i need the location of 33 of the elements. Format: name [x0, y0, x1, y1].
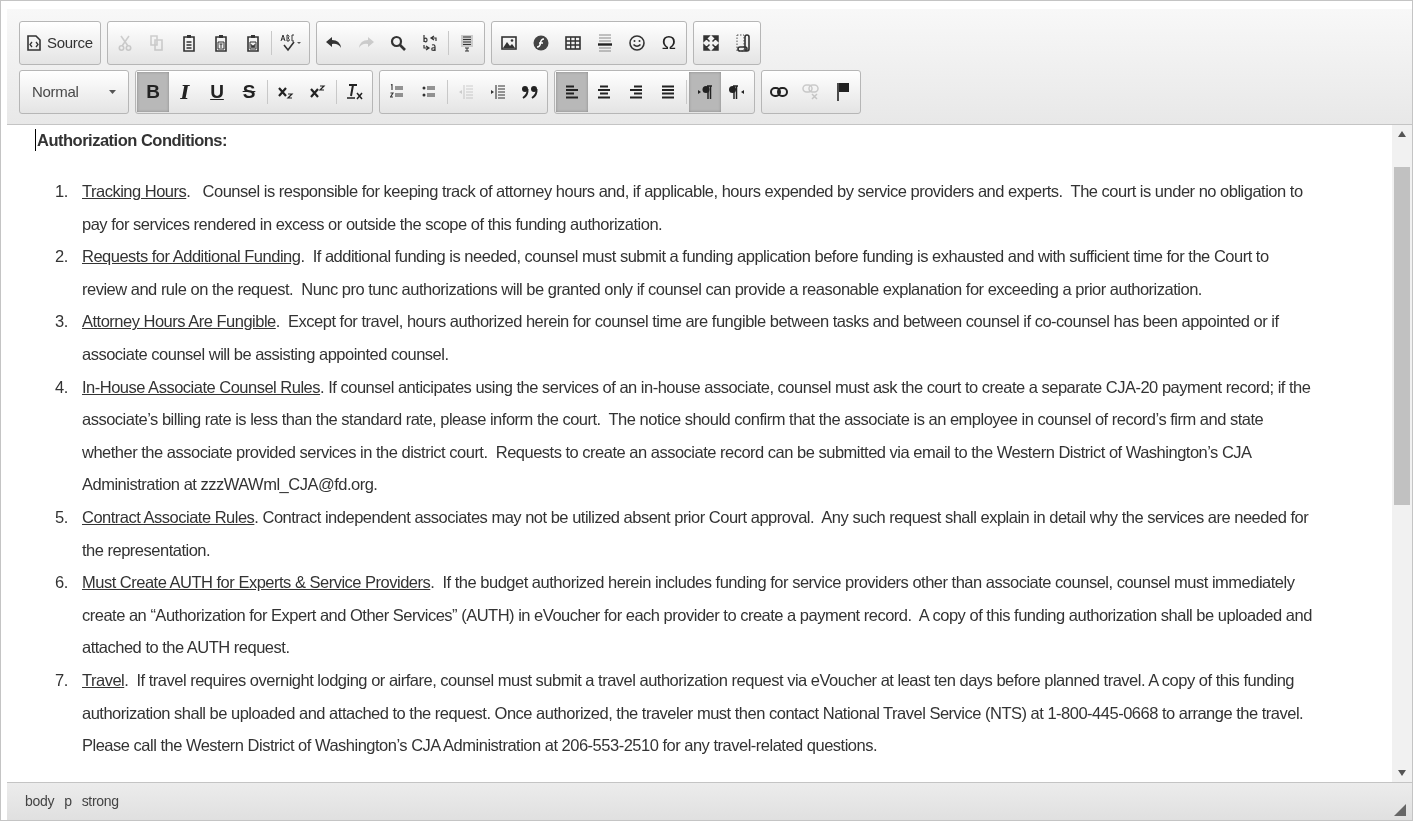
list-number: 6. [55, 572, 69, 594]
list-item-text: Requests for Additional Funding. If additional funding is needed, counsel must submit a funding application before funding is exhausted and with sufficient time for the Court to review and rule on the request. Nunc pro tunc authorizations will be granted only if counsel can provide a reasonable explanation for exceeding a prior authorization. [82, 246, 1270, 300]
toolbar-button[interactable] [689, 72, 721, 112]
list-number: 4. [55, 376, 69, 398]
list-number: 3. [55, 311, 69, 333]
format-button[interactable]: I [169, 72, 201, 112]
scroll-down-icon[interactable] [1398, 770, 1406, 776]
toolbar-button[interactable] [556, 72, 588, 112]
element-path-link[interactable]: strong [81, 791, 119, 812]
source-button[interactable]: Source [21, 23, 99, 63]
scroll-up-icon[interactable] [1398, 131, 1406, 137]
format-button[interactable]: S [233, 72, 265, 112]
list-item-text: In-House Associate Counsel Rules. If counsel anticipates using the services of an in-house associate, counsel must ask the court to create a separate CJA-20 payment record; if the associate’s billing rate is less than the standard rate, please inform the court. The notice should confirm that the associate is an employee in counsel of record’s firm and state whether the associate provided services in the district court. Requests to create an associate record can be submitted via email to the Western District of Washington’s CJA Administration at zzzWAWml_CJA@fd.org. [82, 376, 1312, 496]
format-button[interactable]: U [201, 72, 233, 112]
heading: Authorization Conditions: [35, 129, 1312, 151]
format-button[interactable]: B [137, 72, 169, 112]
list-item-text: Must Create AUTH for Experts & Service Providers. If the budget authorized herein includes funding for service providers other than associate counsel, counsel must immediately create an “Authorization for Expert and Other Services” (AUTH) in eVoucher for each provider to create a payment record. A copy of this funding authorization shall be uploaded and attached to the AUTH request. [82, 572, 1312, 659]
scrollbar[interactable] [1392, 125, 1412, 782]
list-number: 5. [55, 506, 69, 528]
resize-handle-icon[interactable] [1394, 804, 1406, 816]
format-dropdown[interactable]: Normal [19, 70, 129, 114]
list-number: 7. [55, 669, 69, 691]
element-path-link[interactable]: body [25, 791, 55, 812]
element-path-link[interactable]: p [64, 791, 72, 812]
list-item-text: Attorney Hours Are Fungible. Except for travel, hours authorized herein for counsel time are fungible between tasks and between counsel if co-counsel has been appointed or if associate counsel will be assisting appointed counsel. [82, 311, 1280, 365]
list-item-text: Tracking Hours. Counsel is responsible for keeping track of attorney hours and, if applicable, hours expended by service providers and experts. The court is under no obligation to pay for services rendered in excess or outside the scope of this funding authorization. [82, 181, 1304, 235]
caret-icon [109, 90, 116, 94]
format-button[interactable]: Ω [652, 23, 685, 63]
list-number: 1. [55, 181, 69, 202]
list-number: 2. [55, 246, 69, 268]
scrollbar-thumb[interactable] [1394, 167, 1410, 505]
list-item-text: Travel. If travel requires overnight lodging or airfare, counsel must submit a travel authorization request via eVoucher at least ten days before planned travel. A copy of this funding authorization shall be uploaded and attached to the request. Once authorized, the traveler must then contact National Travel Service (NTS) at 1-800-445-0668 to arrange the travel. Please call the Western District of Washington’s CJA Administration at 206-553-2510 for any travel-related questions. [82, 669, 1305, 757]
list-item-text: Contract Associate Rules. Contract independent associates may not be utilized absent prior Court approval. Any such request shall explain in detail why the services are needed for the representation. [82, 506, 1310, 561]
